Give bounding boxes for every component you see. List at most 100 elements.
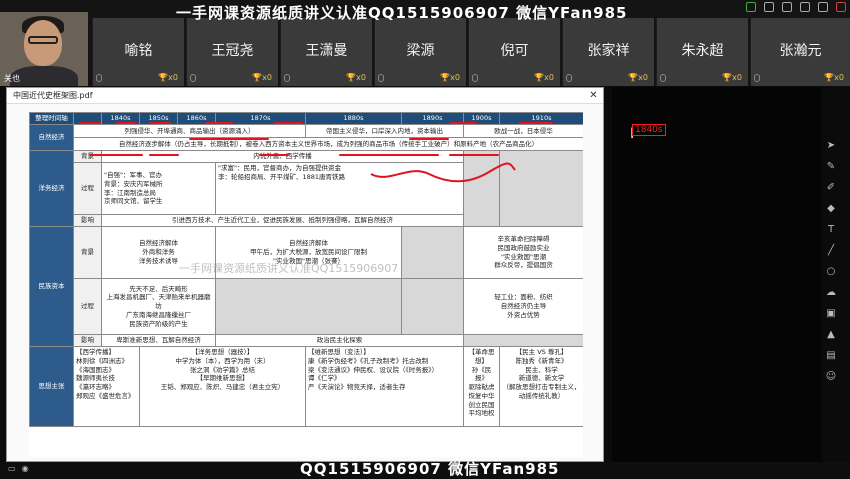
more-icon[interactable]: ▤	[826, 350, 837, 361]
participant-name: 张家祥	[587, 43, 630, 59]
users-icon[interactable]: ☺	[826, 371, 837, 382]
watermark-bottom-2: QQ1515906907 微信YFan985	[300, 460, 560, 478]
whiteboard-area[interactable]	[612, 87, 822, 462]
cell: 卑斯准新思想、瓦解自然经济	[101, 334, 216, 347]
highlighter-icon[interactable]: ✐	[826, 182, 837, 193]
cell: 列强侵华、开埠通商、商品输出（资源涌入）	[73, 124, 306, 138]
pen-stroke	[205, 122, 233, 124]
sub-label: 影响	[73, 214, 102, 227]
watermark-mid: 一手网课资源纸质讲义认准QQ1515906907	[179, 262, 399, 275]
header-cell: 整理时间轴	[29, 112, 74, 125]
maximize-icon[interactable]	[818, 2, 828, 12]
score: x0	[544, 73, 554, 82]
score: x0	[732, 73, 742, 82]
person-shirt	[10, 66, 78, 86]
cell: 【民主 VS 尊孔】 陈独秀《新青年》 民主、科学 新道德、新文学 （解放思想打…	[499, 346, 583, 427]
cell: "自强"：军事、官办 背景：安庆内军械所 李：江南制造总局 京师同文馆、留学生	[101, 162, 216, 215]
participant-tile[interactable]: 喻铭 🏆x0	[92, 18, 184, 86]
cell: 【革命思想】 孙《民报》 驱除鞑虏 恢复中华 创立民国 平均地权	[463, 346, 500, 427]
pointer-icon[interactable]: ➤	[826, 140, 837, 151]
mic-icon	[96, 74, 102, 82]
participant-name: 王潇曼	[305, 43, 348, 59]
text-tool-icon[interactable]: T	[826, 224, 837, 235]
pen-stroke	[149, 122, 171, 124]
participant-tile[interactable]: 张瀚元 🏆x0	[750, 18, 850, 86]
settings-icon[interactable]	[764, 2, 774, 12]
blank-cell	[463, 334, 583, 347]
cell: 轻工业：面粉、纺织 自然经济仍主导 外资占优势	[463, 278, 583, 335]
participant-tile[interactable]: 倪可 🏆x0	[468, 18, 560, 86]
participant-tile[interactable]: 王潇曼 🏆x0	[280, 18, 372, 86]
layout-icon[interactable]	[782, 2, 792, 12]
close-icon[interactable]: ✕	[588, 90, 599, 101]
pen-stroke	[79, 122, 101, 124]
score: x0	[450, 73, 460, 82]
mic-icon	[754, 74, 760, 82]
cell: 欧战一战，日本侵华	[463, 124, 583, 138]
glasses	[28, 36, 58, 44]
mic-icon	[284, 74, 290, 82]
mic-icon	[566, 74, 572, 82]
participant-name: 喻铭	[124, 43, 153, 59]
pdf-titlebar: 中国近代史框架图.pdf	[7, 88, 603, 104]
participant-name: 倪可	[500, 43, 529, 59]
mic-icon	[378, 74, 384, 82]
stamp-icon[interactable]: ▲	[826, 329, 837, 340]
score: x0	[168, 73, 178, 82]
trophy-icon: 🏆x0	[252, 73, 272, 82]
self-name: 关也	[4, 74, 20, 83]
pen-stroke	[189, 138, 269, 140]
trophy-icon: 🏆x0	[534, 73, 554, 82]
monitor-icon[interactable]: ▭	[8, 464, 16, 473]
pen-stroke	[149, 154, 179, 156]
participant-tile[interactable]: 王冠尧 🏆x0	[186, 18, 278, 86]
row-label: 民族资本	[29, 226, 74, 347]
self-video-tile[interactable]: 关也	[0, 12, 88, 86]
annotation-label: 1840s	[632, 124, 666, 136]
eraser-icon[interactable]: ◆	[826, 203, 837, 214]
participant-name: 王冠尧	[211, 43, 254, 59]
blank-cell	[215, 278, 402, 335]
pen-stroke	[89, 154, 143, 156]
mic-icon[interactable]: ◉	[22, 464, 29, 473]
bottom-controls: ▭ ◉	[8, 464, 29, 473]
cloud-icon[interactable]: ☁	[826, 287, 837, 298]
close-icon[interactable]	[836, 2, 846, 12]
drawing-toolbar: ➤ ✎ ✐ ◆ T ╱ ○ ☁ ▣ ▲ ▤ ☺	[822, 140, 840, 382]
mic-status-icon[interactable]	[746, 2, 756, 12]
trophy-icon: 🏆x0	[824, 73, 844, 82]
sub-label: 过程	[73, 278, 102, 335]
pen-stroke	[259, 154, 289, 156]
image-icon[interactable]: ▣	[826, 308, 837, 319]
watermark-bottom-1: 一手网课资源纸质讲义认准	[322, 438, 515, 456]
row-label: 洋务经济	[29, 150, 74, 227]
timeline-header-row: 整理时间轴 1840s 1850s 1860s 1870s 1880s 1890…	[29, 112, 583, 125]
pen-icon[interactable]: ✎	[826, 161, 837, 172]
trophy-icon: 🏆x0	[722, 73, 742, 82]
row-label: 自然经济	[29, 124, 74, 151]
pen-stroke	[409, 138, 449, 140]
participant-tile[interactable]: 张家祥 🏆x0	[562, 18, 654, 86]
score: x0	[356, 73, 366, 82]
pdf-viewer-window[interactable]: 中国近代史框架图.pdf ✕ 整理时间轴 1840s 1850s 1860s 1…	[6, 87, 604, 462]
pen-stroke	[115, 122, 137, 124]
cell: 帝国主义侵华，口岸深入内地，资本输出	[305, 124, 464, 138]
cell: 【维新思想（变法）】 康《新学伪经考》《孔子改制考》托古改制 梁《变法通议》伸民…	[305, 346, 464, 427]
pen-stroke	[273, 122, 303, 124]
shape-icon[interactable]: ○	[826, 266, 837, 277]
pen-scribble	[370, 162, 516, 183]
participant-tile[interactable]: 朱永超 🏆x0	[656, 18, 748, 86]
participant-name: 梁源	[406, 43, 435, 59]
trophy-icon: 🏆x0	[158, 73, 178, 82]
cell: 政治民主化探索	[215, 334, 464, 347]
line-icon[interactable]: ╱	[826, 245, 837, 256]
window-controls	[746, 2, 846, 12]
participant-tile[interactable]: 梁源 🏆x0	[374, 18, 466, 86]
score: x0	[262, 73, 272, 82]
trophy-icon: 🏆x0	[440, 73, 460, 82]
blank-cell	[401, 278, 464, 335]
sub-label: 影响	[73, 334, 102, 347]
pen-stroke	[519, 122, 553, 124]
minimize-icon[interactable]	[800, 2, 810, 12]
cell: 【西学传播】 林则徐《四洲志》 《海国图志》 魏源师夷长技 《瀛环志略》 郑观应…	[73, 346, 140, 427]
